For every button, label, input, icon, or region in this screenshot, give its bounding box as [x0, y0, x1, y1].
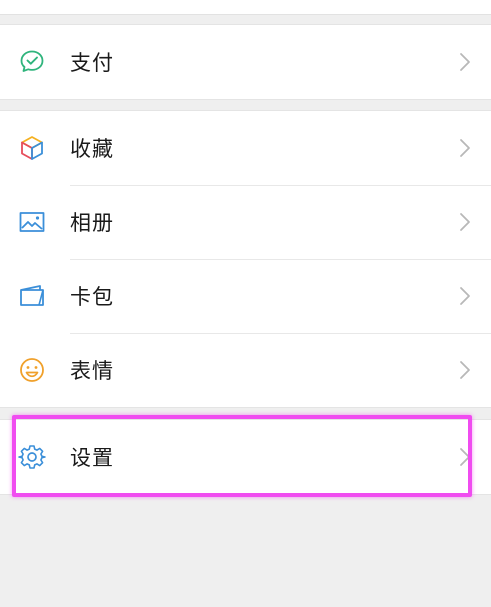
menu-item-label: 设置 [70, 446, 114, 470]
chevron-right-icon [460, 139, 470, 157]
chevron-right-icon [460, 448, 470, 466]
menu-group-settings: 设置 [0, 419, 491, 495]
menu-item-settings[interactable]: 设置 [0, 420, 491, 494]
menu-item-label: 收藏 [70, 137, 114, 161]
menu-item-pay[interactable]: 支付 [0, 25, 491, 99]
menu-item-label: 表情 [70, 359, 114, 383]
top-section-edge [0, 0, 491, 15]
menu-item-label: 相册 [70, 211, 114, 235]
chevron-right-icon [460, 361, 470, 379]
chevron-right-icon [460, 213, 470, 231]
cards-wallet-icon [17, 281, 47, 311]
favorites-cube-icon [17, 133, 47, 163]
menu-item-photos[interactable]: 相册 [0, 185, 491, 259]
chevron-right-icon [460, 287, 470, 305]
menu-item-favorites[interactable]: 收藏 [0, 111, 491, 185]
stickers-smile-icon [17, 355, 47, 385]
pay-check-icon [17, 47, 47, 77]
menu-group-pay: 支付 [0, 24, 491, 100]
menu-item-cards[interactable]: 卡包 [0, 259, 491, 333]
menu-item-stickers[interactable]: 表情 [0, 333, 491, 407]
chevron-right-icon [460, 53, 470, 71]
settings-gear-icon [17, 442, 47, 472]
photos-image-icon [17, 207, 47, 237]
menu-item-label: 支付 [70, 51, 114, 75]
menu-group-content: 收藏 相册 卡包 表情 [0, 110, 491, 408]
menu-item-label: 卡包 [70, 285, 114, 309]
